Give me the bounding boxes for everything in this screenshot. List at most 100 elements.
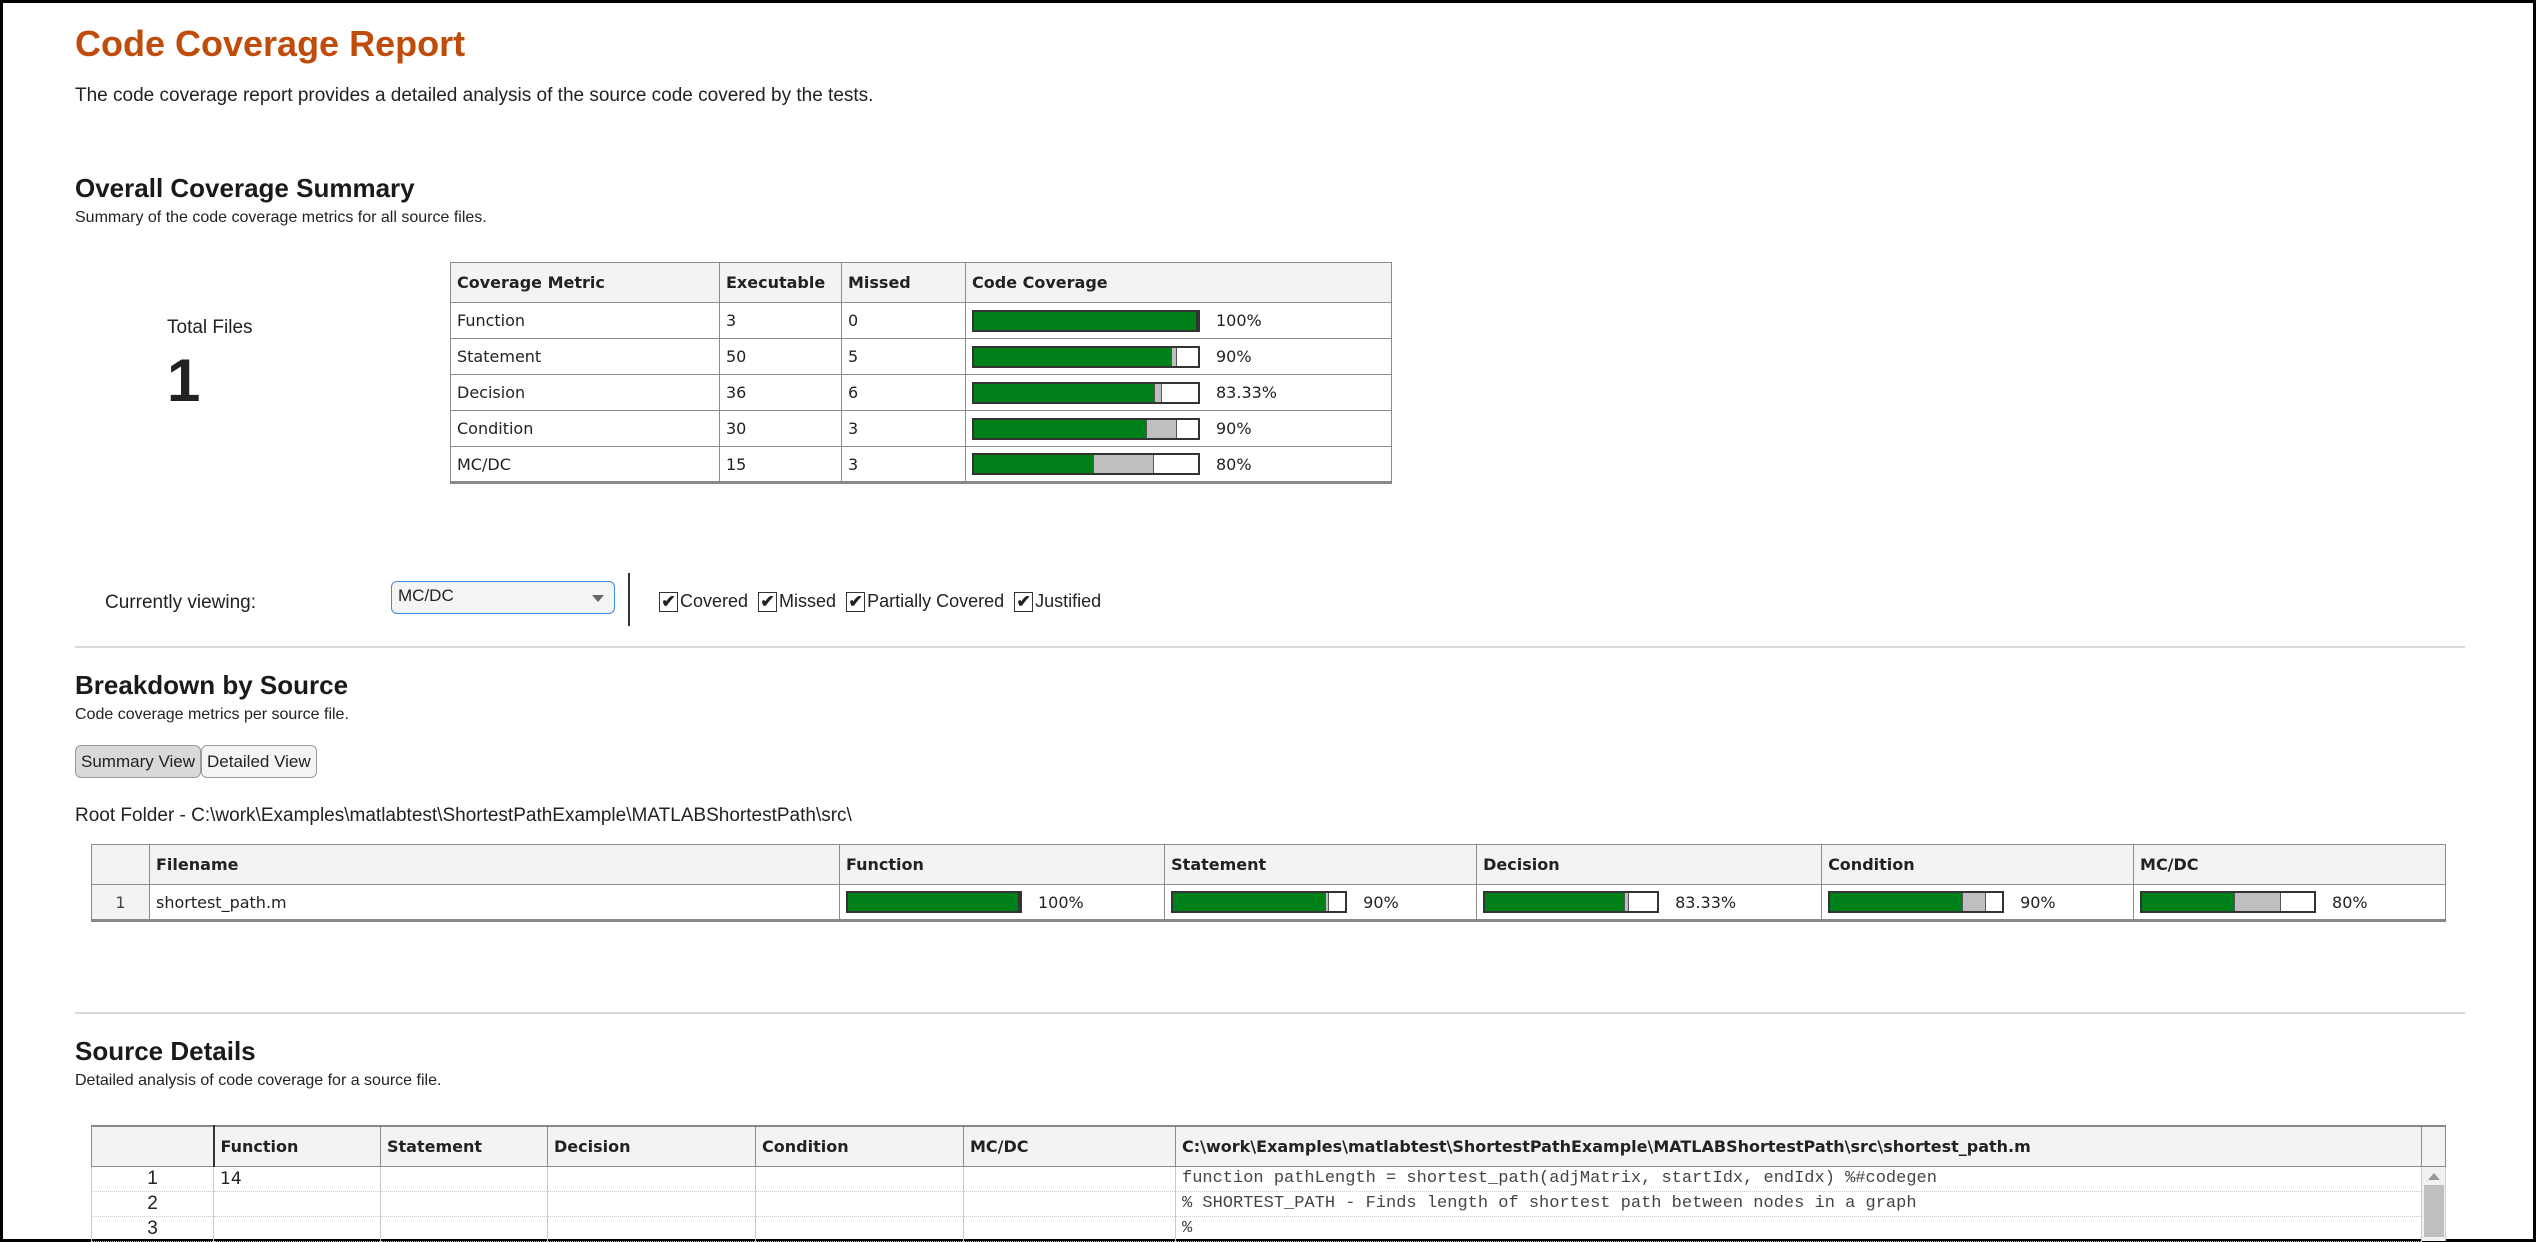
summary-view-button[interactable]: Summary View [75,745,201,778]
column-header: Function [838,844,1166,885]
checkmark-icon[interactable]: ✔ [1014,591,1034,612]
coverage-percent: 80% [1216,454,1252,474]
overall-summary-subheading: Summary of the code coverage metrics for… [75,209,487,226]
scrollbar-thumb[interactable] [2424,1184,2444,1237]
statement-count [380,1216,548,1242]
section-divider [75,1012,2465,1014]
function-count [213,1191,381,1217]
justified-segment [1961,893,1985,911]
metric-select-value: MC/DC [398,586,454,605]
coverage-bar-cell: 83.33% [1483,891,1815,913]
vertical-scrollbar[interactable] [2421,1166,2446,1241]
coverage-bar [2140,891,2317,913]
missed-count: 5 [841,338,966,375]
line-number: 3 [91,1216,214,1242]
filter-checkbox-justified[interactable]: ✔ Justified [1014,591,1101,612]
coverage-bar-cell: 100% [846,891,1158,913]
checkbox-label: Covered [680,591,749,611]
source-details-subheading: Detailed analysis of code coverage for a… [75,1072,442,1089]
column-header: Missed [841,262,966,303]
decision-count [547,1191,756,1217]
source-file-path-header: C:\work\Examples\matlabtest\ShortestPath… [1175,1125,2422,1167]
missed-segment [1628,893,1657,911]
coverage-percent: 100% [1038,892,1084,912]
column-header: Filename [149,844,840,885]
missed-count: 6 [841,374,966,411]
total-files-value: 1 [167,347,201,414]
condition-count [755,1166,964,1192]
checkmark-icon[interactable]: ✔ [846,591,866,612]
coverage-percent: 80% [2332,892,2368,912]
breakdown-table: Filename Function Statement Decision Con… [91,844,2446,922]
metric-select-dropdown[interactable]: MC/DC [391,581,615,614]
missed-count: 3 [841,446,966,484]
checkmark-icon[interactable]: ✔ [758,591,778,612]
covered-segment [974,419,1146,438]
source-file-row[interactable]: 1 shortest_path.m 100% 90% 83.33% 90% 80% [91,884,2446,922]
line-number: 2 [91,1191,214,1217]
source-details-table: Function Statement Decision Condition MC… [91,1125,2446,1242]
detailed-view-button[interactable]: Detailed View [201,745,317,778]
metric-row: Function 3 0 100% [450,302,1392,339]
breakdown-heading: Breakdown by Source [75,670,349,700]
covered-segment [974,311,1196,330]
source-line-row: 1 14 function pathLength = shortest_path(a… [91,1166,2446,1241]
coverage-bar [972,381,1200,404]
filter-divider [628,573,630,626]
coverage-bar [972,453,1200,475]
coverage-percent: 90% [1363,892,1399,912]
view-filter-bar: Currently viewing: MC/DC ✔ Covered ✔ Missed… [75,573,2465,631]
source-code-line: % SHORTEST_PATH - Finds length of shorte… [1175,1191,2422,1217]
column-header: Statement [1164,844,1478,885]
missed-count: 0 [841,302,966,339]
column-header: Decision [1476,844,1823,885]
chevron-down-icon [592,595,604,602]
coverage-bar-cell: 90% [1171,891,1470,913]
coverage-percent: 83.33% [1216,383,1278,402]
metric-name: Function [450,302,720,339]
coverage-bar [972,309,1200,332]
metric-coverage-cell: 90% [1821,884,2135,922]
overall-coverage-table: Coverage Metric Executable Missed Code C… [450,262,1392,484]
covered-segment [974,347,1172,366]
filter-checkbox-partially-covered[interactable]: ✔ Partially Covered [846,591,1004,612]
code-coverage-cell: 90% [965,338,1392,375]
overall-summary-heading: Overall Coverage Summary [75,173,415,203]
column-header: MC/DC [963,1125,1176,1167]
metric-row: Decision 36 6 83.33% [450,374,1392,411]
page-title: Code Coverage Report [75,23,466,64]
view-toggle: Summary View Detailed View [75,745,317,778]
coverage-percent: 90% [1216,347,1252,366]
missed-segment [1160,383,1198,402]
checkbox-label: Justified [1035,591,1102,611]
scroll-up-arrow-icon[interactable] [2427,1172,2440,1180]
metric-coverage-cell: 100% [838,884,1166,922]
root-folder-path: Root Folder - C:\work\Examples\matlabtes… [75,805,852,826]
coverage-bar-cell: 90% [972,345,1385,368]
filter-checkbox-missed[interactable]: ✔ Missed [758,591,836,612]
covered-segment [1485,893,1624,911]
report-description: The code coverage report provides a deta… [75,85,874,106]
metric-name: MC/DC [450,446,720,484]
coverage-bar-cell: 90% [972,417,1385,440]
statement-count [380,1191,548,1217]
column-header: Condition [755,1125,964,1167]
statement-count [380,1166,548,1192]
justified-segment [1093,455,1154,473]
metric-name: Decision [450,374,720,411]
checkbox-label: Partially Covered [867,591,1005,611]
coverage-percent: 83.33% [1675,892,1737,912]
total-files-label: Total Files [167,317,253,338]
highlight-filter-checkboxes: ✔ Covered ✔ Missed ✔ Partially Covered ✔ Justif… [659,591,1101,612]
executable-count: 36 [719,374,842,411]
coverage-bar-cell: 80% [972,453,1385,475]
justified-segment [1145,419,1176,438]
missed-segment [1327,893,1345,911]
checkmark-icon[interactable]: ✔ [659,591,678,612]
coverage-bar [1483,891,1660,913]
missed-segment [1175,347,1198,366]
condition-count [755,1216,964,1242]
column-header: Code Coverage [965,262,1392,303]
filter-checkbox-covered[interactable]: ✔ Covered [659,591,748,612]
source-code-line: % [1175,1216,2422,1242]
